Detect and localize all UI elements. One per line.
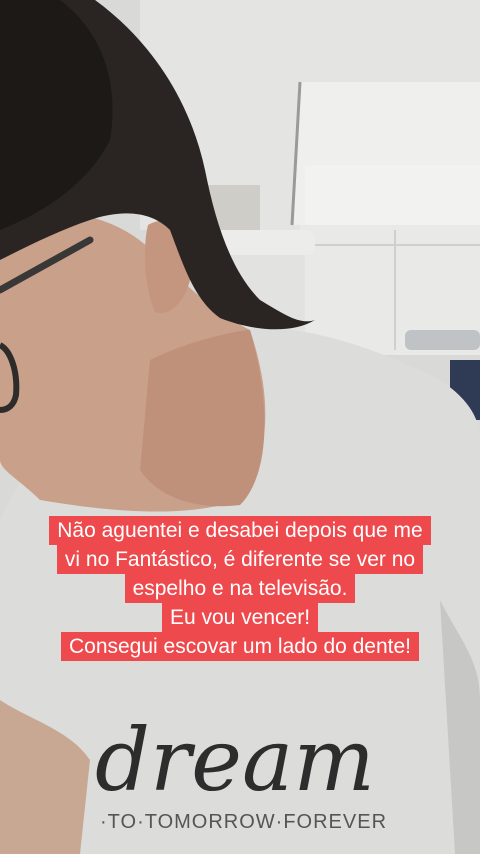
caption-line: vi no Fantástico, é diferente se ver no: [56, 545, 424, 574]
caption-line: Não aguentei e desabei depois que me: [49, 516, 431, 545]
shirt-print-script: dream: [95, 711, 375, 811]
video-frame: dream ·TO·TOMORROW·FOREVER Não aguentei …: [0, 0, 480, 854]
background-scene: dream ·TO·TOMORROW·FOREVER: [0, 0, 480, 854]
shirt-print-small: ·TO·TOMORROW·FOREVER: [100, 811, 387, 833]
caption-line: espelho e na televisão.: [124, 574, 356, 603]
caption-overlay: Não aguentei e desabei depois que me vi …: [0, 516, 480, 661]
caption-line: Eu vou vencer!: [161, 603, 319, 632]
caption-line: Consegui escovar um lado do dente!: [60, 632, 420, 661]
